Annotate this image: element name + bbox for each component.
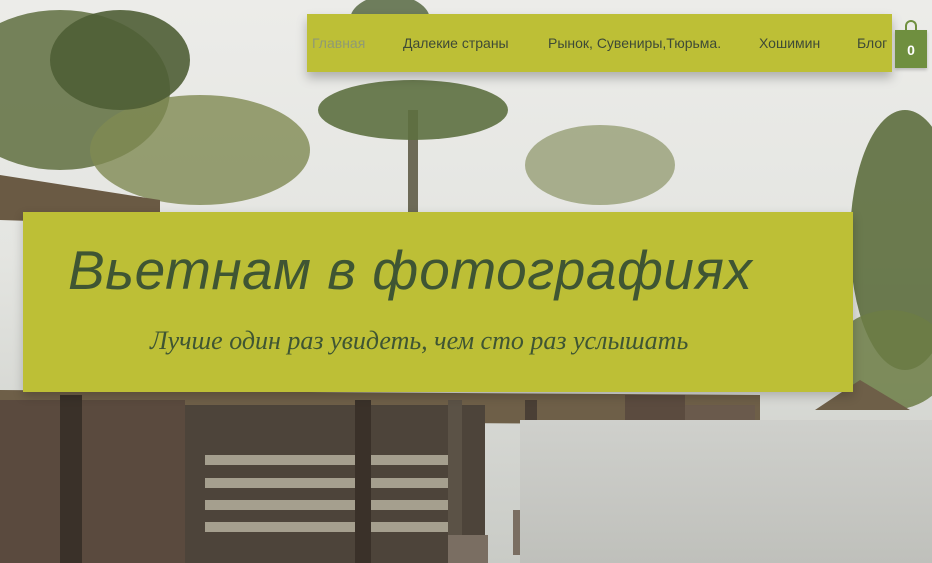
nav-item-distant-countries[interactable]: Далекие страны <box>403 35 509 51</box>
hero-banner: Вьетнам в фотографиях Лучше один раз уви… <box>23 212 853 392</box>
main-navigation: Главная Далекие страны Рынок, Сувениры,Т… <box>307 14 892 72</box>
nav-item-ho-chi-minh[interactable]: Хошимин <box>759 35 820 51</box>
nav-item-home[interactable]: Главная <box>312 35 365 51</box>
cart-count: 0 <box>907 42 915 58</box>
background-road <box>520 420 932 563</box>
page-subtitle: Лучше один раз увидеть, чем сто раз услы… <box>150 326 689 355</box>
page-title: Вьетнам в фотографиях <box>68 239 753 301</box>
nav-item-blog[interactable]: Блог <box>857 35 887 51</box>
nav-item-market-souvenirs-prison[interactable]: Рынок, Сувениры,Тюрьма. <box>548 35 721 51</box>
